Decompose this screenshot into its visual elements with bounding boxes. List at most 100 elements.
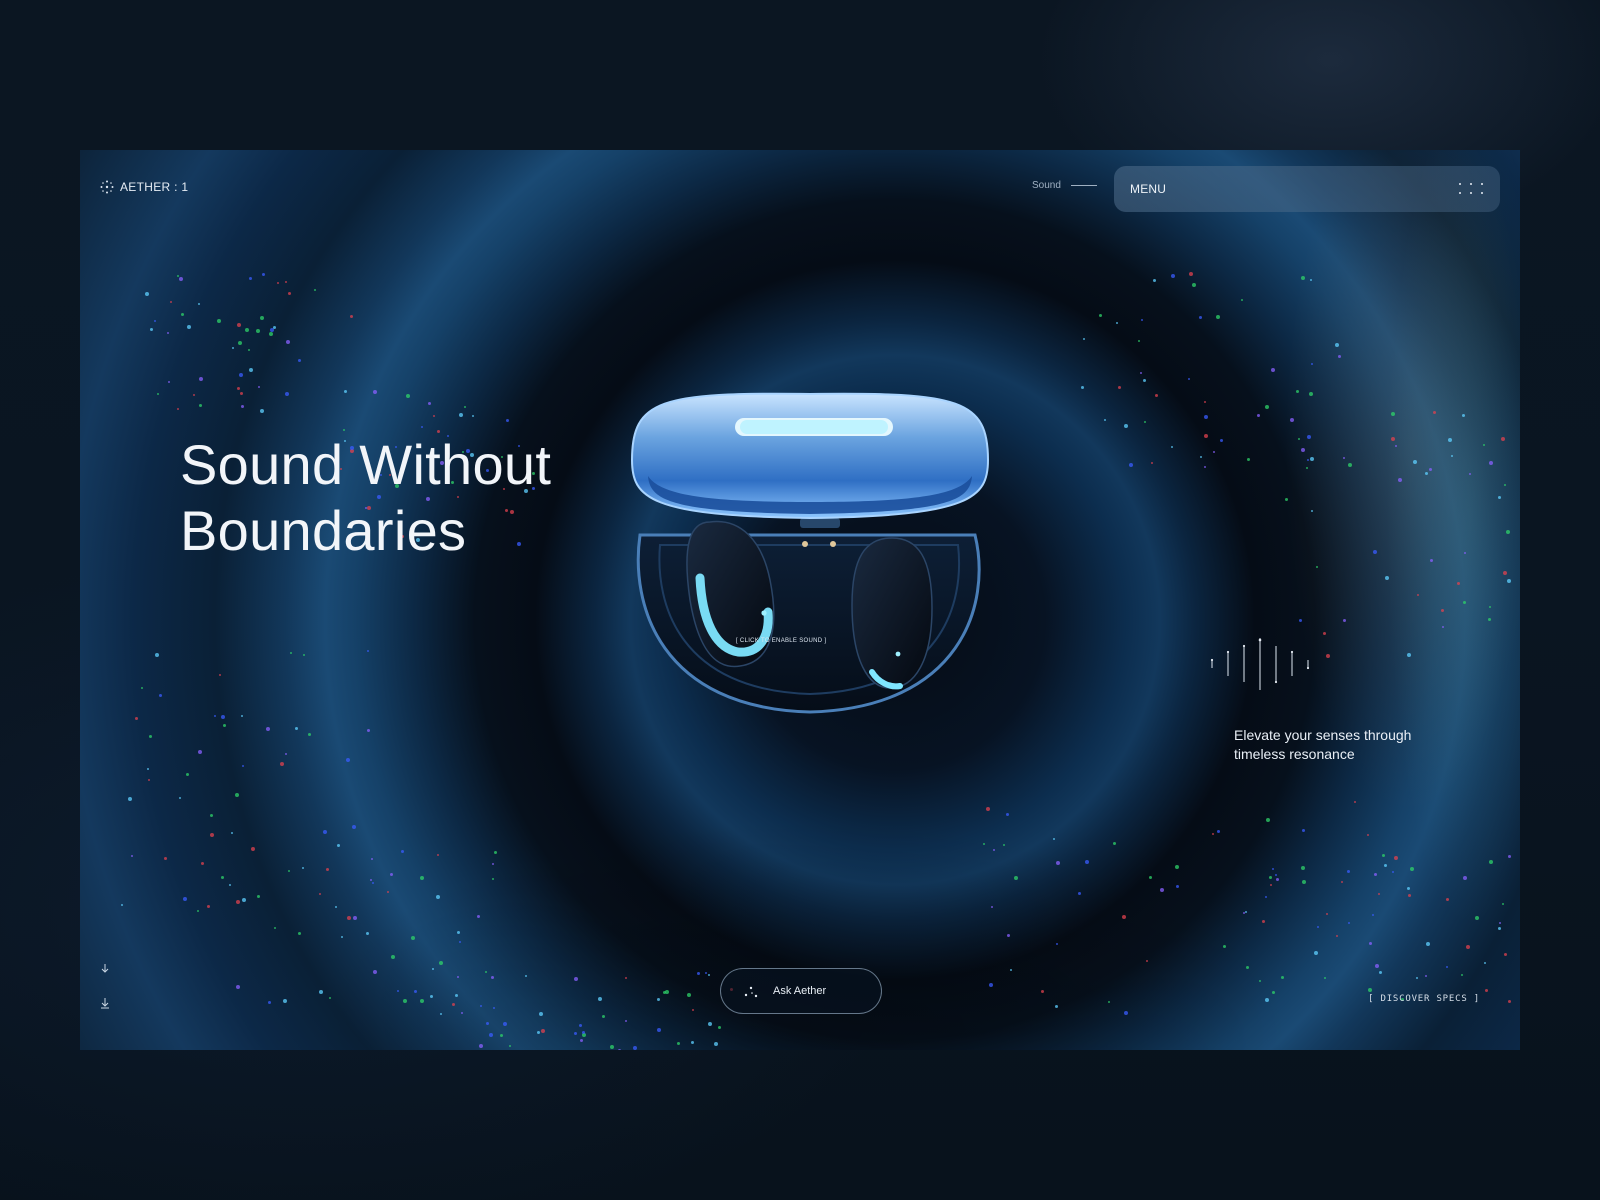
particle xyxy=(220,714,225,719)
particle xyxy=(581,1031,585,1035)
particle xyxy=(456,930,460,934)
particle xyxy=(1297,438,1300,441)
sound-toggle[interactable]: Sound xyxy=(1032,180,1097,191)
particle xyxy=(1424,471,1428,475)
particle xyxy=(209,813,213,817)
particle xyxy=(1084,859,1089,864)
particle xyxy=(1311,509,1314,512)
particle xyxy=(1326,653,1331,658)
particle xyxy=(301,866,304,869)
particle xyxy=(1002,844,1005,847)
particle xyxy=(1313,951,1318,956)
brand-name: AETHER : 1 xyxy=(120,180,189,194)
particle xyxy=(177,275,180,278)
particle xyxy=(624,1019,627,1022)
particle xyxy=(502,1022,507,1027)
particle xyxy=(1395,444,1398,447)
particle xyxy=(287,869,290,872)
particle xyxy=(656,997,660,1001)
particle xyxy=(346,915,351,920)
particle xyxy=(295,726,299,730)
particle xyxy=(196,909,199,912)
particle xyxy=(579,1023,583,1027)
particle xyxy=(1215,314,1220,319)
particle xyxy=(235,985,240,990)
particle xyxy=(213,715,216,718)
earbuds-case-image[interactable] xyxy=(620,390,1000,730)
particle xyxy=(1465,945,1470,950)
particle xyxy=(1397,478,1402,483)
particle xyxy=(1264,404,1269,409)
particle xyxy=(705,972,708,975)
particle xyxy=(1222,945,1226,949)
particle xyxy=(1275,878,1279,882)
particle xyxy=(582,1032,587,1037)
particle xyxy=(284,753,287,756)
particle xyxy=(352,916,357,921)
particle xyxy=(166,332,169,335)
particle xyxy=(597,997,602,1002)
particle xyxy=(366,728,370,732)
soundwave-icon xyxy=(1210,638,1310,690)
sparkle-dots-icon xyxy=(743,985,759,998)
particle xyxy=(207,905,211,909)
particle xyxy=(1375,964,1380,969)
particle xyxy=(1199,315,1203,319)
particle xyxy=(1342,619,1346,623)
particle xyxy=(1290,417,1295,422)
particle xyxy=(708,974,711,976)
particle xyxy=(282,998,287,1003)
enable-sound-button[interactable]: [ CLICK TO ENABLE SOUND ] xyxy=(736,638,826,644)
particle xyxy=(435,894,440,899)
discover-specs-link[interactable]: [ DISCOVER SPECS ] xyxy=(1350,994,1480,1004)
particle xyxy=(1407,887,1411,891)
particle xyxy=(461,1012,464,1015)
particle xyxy=(1391,437,1396,442)
particle xyxy=(989,982,994,987)
menu-button[interactable]: MENU xyxy=(1114,166,1500,212)
particle xyxy=(1188,272,1193,277)
particle xyxy=(1213,450,1216,453)
ask-aether-button[interactable]: Ask Aether xyxy=(720,968,882,1014)
particle xyxy=(1346,869,1350,873)
hero-headline: Sound Without Boundaries xyxy=(180,432,640,564)
brand-logo[interactable]: AETHER : 1 xyxy=(100,180,188,194)
particle xyxy=(1306,467,1309,470)
particle xyxy=(1488,461,1493,466)
particle xyxy=(1271,867,1274,870)
particle xyxy=(259,408,264,413)
particle xyxy=(1503,484,1506,487)
particle xyxy=(428,402,432,406)
particle xyxy=(391,954,396,959)
particle xyxy=(1432,410,1436,414)
particle xyxy=(150,327,154,331)
particle xyxy=(1368,942,1372,946)
particle xyxy=(537,1031,541,1035)
particle xyxy=(1247,457,1251,461)
particle xyxy=(1309,391,1314,396)
arrow-down-icon[interactable] xyxy=(100,964,110,1010)
particle xyxy=(1502,570,1507,575)
particle xyxy=(403,998,408,1003)
particle xyxy=(1241,298,1244,301)
particle xyxy=(1204,433,1209,438)
particle xyxy=(218,673,221,676)
particle xyxy=(389,873,393,877)
particle xyxy=(1468,473,1471,476)
particle xyxy=(1055,1005,1059,1009)
particle xyxy=(524,974,527,977)
particle xyxy=(1342,456,1345,459)
particle xyxy=(1203,415,1208,420)
particle xyxy=(479,1004,482,1007)
particle xyxy=(1347,922,1350,925)
particle xyxy=(400,850,404,854)
particle xyxy=(471,414,474,417)
particle xyxy=(1142,378,1146,382)
particle xyxy=(249,368,254,373)
particle xyxy=(508,1045,511,1048)
particle xyxy=(1505,530,1510,535)
particle xyxy=(1284,498,1288,502)
particle xyxy=(285,339,290,344)
particle xyxy=(345,757,350,762)
particle xyxy=(1055,942,1058,945)
